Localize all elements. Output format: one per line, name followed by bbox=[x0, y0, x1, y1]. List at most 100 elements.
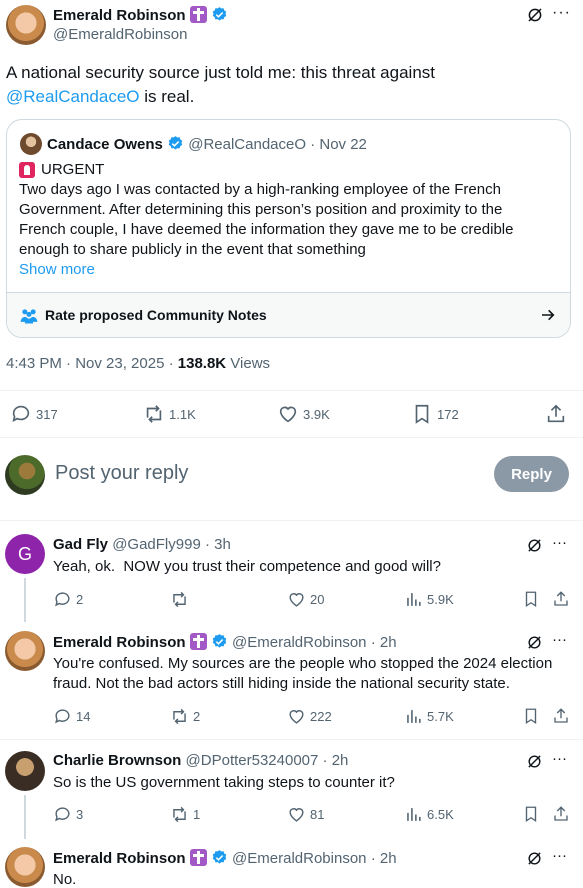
reply-avatar[interactable] bbox=[5, 631, 45, 671]
more-options-icon[interactable]: ··· bbox=[552, 534, 567, 551]
arrow-right-icon bbox=[542, 309, 555, 321]
reply-avatar[interactable]: G bbox=[5, 534, 45, 574]
cross-badge-icon bbox=[189, 849, 207, 866]
reply-text: You're confused. My sources are the peop… bbox=[53, 655, 553, 692]
more-options-icon[interactable]: ··· bbox=[552, 847, 567, 864]
reply-time[interactable]: · 3h bbox=[205, 536, 231, 553]
author-handle[interactable]: @EmeraldRobinson bbox=[53, 26, 187, 43]
more-options-icon[interactable]: ··· bbox=[552, 631, 567, 648]
share-icon[interactable] bbox=[552, 707, 570, 725]
cross-badge-icon bbox=[189, 633, 207, 650]
reply-time[interactable]: · 2h bbox=[371, 850, 397, 867]
share-icon[interactable] bbox=[552, 590, 570, 608]
author-avatar[interactable] bbox=[6, 5, 46, 45]
like-action[interactable]: 81 bbox=[287, 805, 324, 824]
like-action[interactable]: 222 bbox=[287, 707, 332, 726]
bookmark-icon[interactable] bbox=[522, 590, 540, 608]
repost-icon bbox=[173, 806, 186, 823]
current-user-avatar[interactable] bbox=[5, 455, 45, 495]
reply-author-name[interactable]: Gad Fly bbox=[53, 536, 108, 553]
reply-text: Yeah, ok. NOW you trust their competence… bbox=[53, 558, 441, 575]
repost-icon bbox=[173, 708, 186, 725]
tweet-timestamp[interactable]: 4:43 PM · Nov 23, 2025 · bbox=[6, 355, 178, 372]
quoted-author-name: Candace Owens bbox=[47, 136, 163, 153]
urgent-label: URGENT bbox=[41, 161, 105, 178]
quoted-tweet[interactable]: Candace Owens @RealCandaceO · Nov 22 URG… bbox=[6, 119, 571, 338]
reply-author-handle[interactable]: @EmeraldRobinson bbox=[232, 850, 366, 867]
views-action[interactable]: 6.5K bbox=[404, 805, 454, 824]
reply-time[interactable]: · 2h bbox=[371, 634, 397, 651]
reply-icon bbox=[55, 592, 70, 607]
repost-action[interactable] bbox=[170, 590, 193, 609]
author-name[interactable]: Emerald Robinson bbox=[53, 7, 186, 24]
share-icon[interactable] bbox=[552, 805, 570, 823]
reply-text: So is the US government taking steps to … bbox=[53, 774, 395, 791]
community-notes-label: Rate proposed Community Notes bbox=[45, 307, 267, 323]
mention-link[interactable]: @RealCandaceO bbox=[6, 87, 140, 106]
repost-icon bbox=[173, 591, 186, 608]
verified-badge-icon bbox=[168, 136, 183, 150]
reply-author-handle[interactable]: @DPotter53240007 bbox=[186, 752, 319, 769]
reply-author-handle[interactable]: @GadFly999 bbox=[112, 536, 201, 553]
reply-action[interactable]: 2 bbox=[53, 590, 83, 609]
tweet-text: A national security source just told me:… bbox=[6, 63, 436, 106]
reply-icon bbox=[55, 807, 70, 822]
more-options-icon[interactable]: ··· bbox=[552, 4, 571, 22]
share-icon[interactable] bbox=[545, 403, 567, 425]
quoted-date: · Nov 22 bbox=[310, 136, 367, 153]
show-more-link[interactable]: Show more bbox=[19, 261, 95, 278]
reply-icon bbox=[12, 405, 30, 422]
reply-author-name[interactable]: Emerald Robinson bbox=[53, 850, 186, 867]
grok-icon[interactable] bbox=[526, 537, 543, 554]
heart-icon bbox=[289, 593, 304, 607]
grok-icon[interactable] bbox=[526, 634, 543, 651]
views-action[interactable]: 5.9K bbox=[404, 590, 454, 609]
bookmark-action[interactable]: 172 bbox=[411, 403, 459, 425]
reply-action[interactable]: 3 bbox=[53, 805, 83, 824]
more-options-icon[interactable]: ··· bbox=[552, 750, 567, 767]
analytics-icon bbox=[407, 710, 421, 723]
repost-icon bbox=[146, 405, 162, 423]
grok-icon[interactable] bbox=[526, 850, 543, 867]
community-notes-row[interactable]: Rate proposed Community Notes bbox=[7, 293, 570, 337]
siren-icon bbox=[19, 161, 35, 178]
heart-icon bbox=[279, 406, 297, 423]
quoted-author-handle: @RealCandaceO bbox=[188, 136, 307, 153]
views-count: 138.8K bbox=[177, 355, 227, 372]
verified-badge-icon bbox=[212, 7, 227, 21]
bookmark-icon[interactable] bbox=[522, 707, 540, 725]
reply-text: No. bbox=[53, 871, 77, 888]
repost-action[interactable]: 1.1K bbox=[143, 403, 196, 425]
repost-action[interactable]: 2 bbox=[170, 707, 200, 726]
reply-icon bbox=[55, 709, 70, 724]
analytics-icon bbox=[407, 593, 421, 606]
reply-action[interactable]: 317 bbox=[10, 403, 58, 425]
community-notes-icon bbox=[20, 309, 38, 324]
reply-avatar[interactable] bbox=[5, 847, 45, 887]
heart-icon bbox=[289, 710, 304, 724]
repost-action[interactable]: 1 bbox=[170, 805, 200, 824]
views-label: Views bbox=[226, 355, 271, 372]
reply-input[interactable]: Post your reply bbox=[55, 462, 188, 485]
like-action[interactable]: 20 bbox=[287, 590, 324, 609]
reply-author-name[interactable]: Emerald Robinson bbox=[53, 634, 186, 651]
reply-time[interactable]: · 2h bbox=[323, 752, 349, 769]
verified-badge-icon bbox=[212, 634, 227, 648]
grok-icon[interactable] bbox=[526, 6, 544, 24]
heart-icon bbox=[289, 808, 304, 822]
views-action[interactable]: 5.7K bbox=[404, 707, 454, 726]
quoted-author-avatar bbox=[20, 133, 42, 155]
bookmark-icon bbox=[415, 404, 429, 424]
analytics-icon bbox=[407, 808, 421, 821]
grok-icon[interactable] bbox=[526, 753, 543, 770]
reply-author-handle[interactable]: @EmeraldRobinson bbox=[232, 634, 366, 651]
reply-action[interactable]: 14 bbox=[53, 707, 90, 726]
reply-avatar[interactable] bbox=[5, 751, 45, 791]
bookmark-icon[interactable] bbox=[522, 805, 540, 823]
verified-badge-icon bbox=[212, 850, 227, 864]
cross-badge-icon bbox=[189, 6, 207, 23]
quoted-body: Two days ago I was contacted by a high-r… bbox=[19, 181, 514, 258]
reply-author-name[interactable]: Charlie Brownson bbox=[53, 752, 181, 769]
like-action[interactable]: 3.9K bbox=[277, 403, 330, 425]
reply-button[interactable]: Reply bbox=[494, 456, 569, 492]
